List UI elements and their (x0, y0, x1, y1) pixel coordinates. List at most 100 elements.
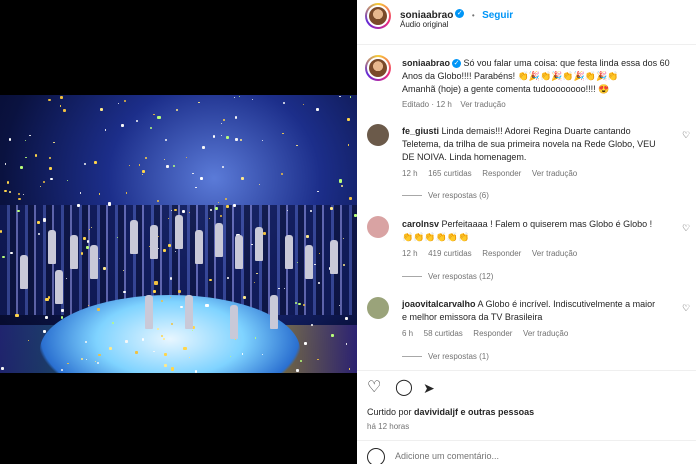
liked-by-line: Curtido por davividaljf e outras pessoas (367, 407, 534, 417)
performer-figure (145, 295, 153, 329)
author-avatar[interactable] (365, 3, 391, 29)
caption-text-line3: Amanhã (hoje) a gente comenta tudooooooo… (402, 84, 610, 94)
comment-username[interactable]: joaovitalcarvalho (402, 299, 476, 309)
comment-like-icon[interactable]: ♡ (682, 129, 690, 140)
confetti-piece (219, 214, 222, 218)
performer-figure (235, 235, 243, 269)
view-replies-button[interactable]: Ver respostas (12) (402, 270, 687, 283)
instagram-post-screenshot: 🔇 soniaabrao✓ • Seguir Áudio original so… (0, 0, 696, 464)
post-video[interactable]: 🔇 (0, 95, 357, 373)
confetti-piece (79, 192, 82, 194)
comment-reply-button[interactable]: Responder (482, 249, 521, 258)
follow-button[interactable]: Seguir (482, 10, 513, 21)
confetti-piece (278, 287, 280, 290)
confetti-piece (239, 138, 243, 142)
comment-avatar[interactable] (367, 216, 389, 238)
comment-reply-button[interactable]: Responder (473, 329, 512, 338)
comment-avatar[interactable] (367, 124, 389, 146)
comment-text-line1: Perfeitaaaa ! Falem o quiserem mas Globo… (441, 219, 653, 229)
audio-label[interactable]: Áudio original (400, 20, 448, 29)
comment-likes[interactable]: 419 curtidas (428, 249, 472, 258)
confetti-piece (154, 281, 158, 285)
confetti-piece (194, 370, 198, 373)
comment-text-line3: DE NOIVA. Linda homenagem. (402, 152, 527, 162)
comment-time: 12 h (402, 249, 418, 258)
confetti-piece (342, 238, 344, 240)
view-replies-button[interactable]: Ver respostas (6) (402, 189, 687, 202)
comment-like-icon[interactable]: ♡ (682, 302, 690, 313)
confetti-piece (104, 129, 106, 131)
confetti-piece (197, 101, 200, 104)
performer-figure (90, 245, 98, 279)
confetti-piece (48, 157, 51, 160)
liked-by-suffix[interactable]: e outras pessoas (458, 407, 535, 417)
confetti-piece (217, 201, 220, 204)
caption-translate-link[interactable]: Ver tradução (460, 100, 505, 109)
confetti-piece (225, 198, 227, 200)
comment-translate-link[interactable]: Ver tradução (532, 249, 577, 258)
comment-translate-link[interactable]: Ver tradução (523, 329, 568, 338)
caption-text-line1: Só vou falar uma coisa: que festa linda … (463, 58, 670, 68)
confetti-piece (162, 248, 167, 253)
confetti-piece (163, 363, 167, 368)
liked-by-user[interactable]: davividaljf (414, 407, 458, 417)
confetti-piece (118, 102, 120, 104)
comment-reply-button[interactable]: Responder (482, 169, 521, 178)
comment-likes[interactable]: 165 curtidas (428, 169, 472, 178)
comment-item: fe_giusti Linda demais!!! Adorei Regina … (402, 125, 690, 202)
confetti-piece (86, 240, 90, 243)
view-replies-button[interactable]: Ver respostas (1) (402, 350, 687, 363)
confetti-piece (134, 351, 138, 355)
confetti-piece (94, 160, 98, 164)
confetti-piece (280, 172, 284, 176)
confetti-piece (44, 315, 48, 319)
like-icon[interactable]: ♡ (367, 378, 381, 398)
confetti-piece (177, 290, 181, 294)
confetti-piece (345, 343, 348, 345)
confetti-piece (27, 339, 29, 342)
confetti-piece (317, 190, 319, 193)
share-icon[interactable]: ➤ (423, 378, 435, 398)
confetti-piece (8, 190, 12, 194)
confetti-piece (296, 144, 299, 147)
caption-avatar[interactable] (365, 55, 391, 81)
comment-text-line2: Teletema, da trilha de sua primeira nove… (402, 139, 656, 149)
caption-username[interactable]: soniaabrao (402, 58, 450, 68)
confetti-piece (182, 209, 186, 213)
confetti-piece (103, 267, 106, 270)
confetti-piece (339, 95, 341, 98)
caption: soniaabrao ✓ Só vou falar uma coisa: que … (402, 57, 692, 111)
confetti-piece (109, 347, 112, 350)
confetti-piece (121, 124, 125, 127)
confetti-piece (4, 163, 7, 165)
performer-figure (70, 235, 78, 269)
comment-translate-link[interactable]: Ver tradução (532, 169, 577, 178)
confetti-piece (53, 141, 55, 144)
confetti-piece (205, 304, 209, 308)
confetti-piece (338, 179, 343, 183)
confetti-piece (96, 308, 100, 312)
confetti-piece (258, 183, 260, 185)
comment-icon[interactable]: ◯ (395, 378, 413, 398)
performer-figure (305, 245, 313, 279)
confetti-piece (25, 156, 27, 159)
confetti-piece (85, 246, 89, 249)
confetti-piece (165, 164, 169, 168)
confetti-piece (156, 328, 159, 331)
comment-like-icon[interactable]: ♡ (682, 222, 690, 233)
confetti-piece (286, 209, 288, 211)
comment-likes[interactable]: 58 curtidas (424, 329, 463, 338)
comment-avatar[interactable] (367, 297, 389, 319)
add-comment-input[interactable] (395, 448, 675, 464)
confetti-piece (282, 132, 284, 135)
performer-figure (255, 227, 263, 261)
comment-username[interactable]: carolnsv (402, 219, 439, 229)
emoji-icon[interactable] (367, 448, 385, 464)
confetti-piece (303, 103, 305, 105)
comment-username[interactable]: fe_giusti (402, 126, 439, 136)
confetti-piece (144, 157, 147, 160)
confetti-piece (66, 179, 68, 181)
confetti-piece (195, 186, 197, 189)
confetti-piece (62, 108, 67, 113)
comment-item: carolnsv Perfeitaaaa ! Falem o quiserem … (402, 218, 690, 283)
